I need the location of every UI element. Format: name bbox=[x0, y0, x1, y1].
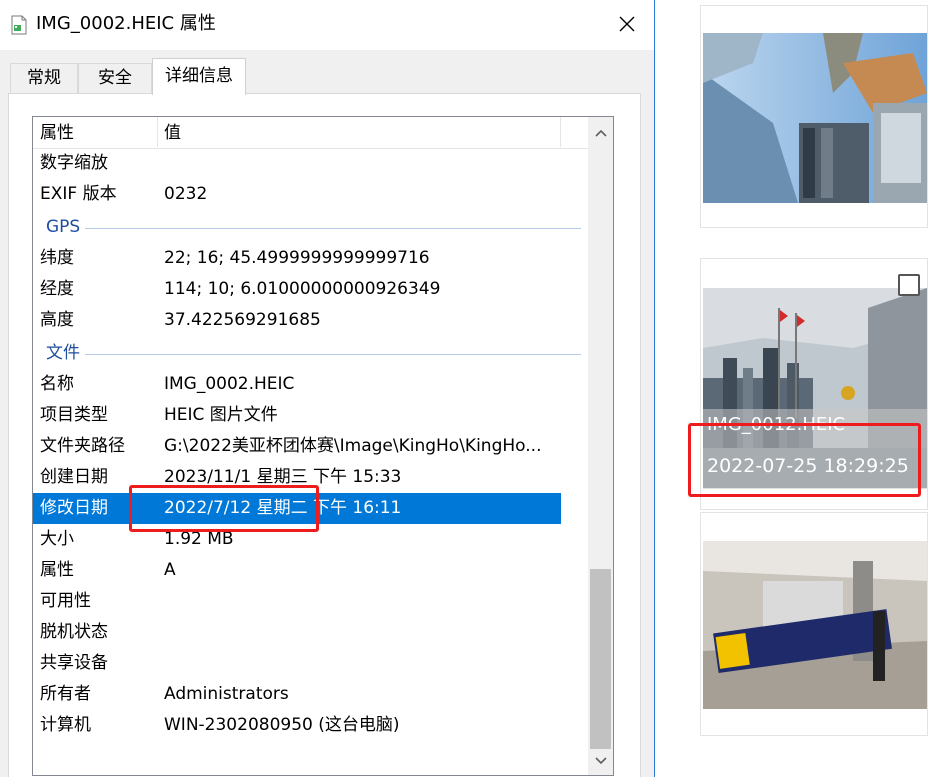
vertical-scrollbar[interactable] bbox=[588, 117, 613, 775]
list-item[interactable]: 纬度 22; 16; 45.4999999999999716 bbox=[33, 243, 561, 274]
tab-security[interactable]: 安全 bbox=[78, 63, 152, 93]
photo-card[interactable] bbox=[700, 512, 928, 736]
property-value: WIN-2302080950 (这台电脑) bbox=[164, 715, 400, 735]
property-value: A bbox=[164, 560, 176, 580]
property-name: 脱机状态 bbox=[40, 622, 108, 642]
list-item[interactable]: 属性 A bbox=[33, 555, 561, 586]
chevron-down-icon bbox=[594, 757, 607, 765]
property-name: 纬度 bbox=[40, 248, 74, 268]
window-title: IMG_0002.HEIC 属性 bbox=[36, 13, 216, 34]
photo-thumbnail[interactable] bbox=[703, 33, 927, 203]
group-label: 文件 bbox=[46, 343, 80, 363]
checkbox-icon[interactable] bbox=[898, 274, 920, 296]
close-icon bbox=[619, 16, 635, 32]
property-value: 37.422569291685 bbox=[164, 310, 321, 330]
photo-card[interactable] bbox=[700, 5, 928, 228]
list-item[interactable]: 脱机状态 bbox=[33, 617, 561, 648]
list-item[interactable]: 经度 114; 10; 6.01000000000926349 bbox=[33, 274, 561, 305]
property-name: 文件夹路径 bbox=[40, 436, 125, 456]
property-name: 名称 bbox=[40, 374, 74, 394]
property-name: EXIF 版本 bbox=[40, 184, 117, 204]
scroll-up-button[interactable] bbox=[588, 119, 613, 147]
chevron-up-icon bbox=[594, 129, 607, 137]
property-value: HEIC 图片文件 bbox=[164, 405, 278, 425]
list-item[interactable]: 项目类型 HEIC 图片文件 bbox=[33, 400, 561, 431]
property-name: 数字缩放 bbox=[40, 153, 108, 173]
title-bar: IMG_0002.HEIC 属性 bbox=[0, 0, 654, 50]
tab-general[interactable]: 常规 bbox=[10, 63, 78, 93]
scroll-down-button[interactable] bbox=[588, 747, 613, 775]
property-name: 修改日期 bbox=[40, 498, 108, 518]
property-name: 高度 bbox=[40, 310, 74, 330]
list-item[interactable]: 数字缩放 bbox=[33, 148, 561, 179]
property-list[interactable]: 属性 值 数字缩放 EXIF 版本 0232 GPS 纬度 22; 16; 45… bbox=[32, 116, 614, 776]
close-button[interactable] bbox=[599, 0, 654, 48]
property-name: 项目类型 bbox=[40, 405, 108, 425]
column-divider[interactable] bbox=[560, 117, 561, 147]
property-value: Administrators bbox=[164, 684, 289, 704]
scrollbar-thumb[interactable] bbox=[590, 569, 611, 749]
list-item[interactable]: EXIF 版本 0232 bbox=[33, 179, 561, 210]
group-divider bbox=[85, 228, 581, 229]
property-name: 大小 bbox=[40, 529, 74, 549]
property-name: 可用性 bbox=[40, 591, 91, 611]
tab-bar: 常规 安全 详细信息 bbox=[0, 50, 654, 95]
property-value: IMG_0002.HEIC bbox=[164, 374, 295, 394]
list-item[interactable]: 文件夹路径 G:\2022美亚杯团体赛\Image\KingHo\KingHo.… bbox=[33, 431, 561, 462]
property-name: 所有者 bbox=[40, 684, 91, 704]
property-value: 114; 10; 6.01000000000926349 bbox=[164, 279, 441, 299]
column-header-property[interactable]: 属性 bbox=[40, 121, 74, 145]
property-value: 0232 bbox=[164, 184, 208, 204]
list-item[interactable]: 计算机 WIN-2302080950 (这台电脑) bbox=[33, 710, 561, 741]
property-name: 属性 bbox=[40, 560, 74, 580]
property-name: 经度 bbox=[40, 279, 74, 299]
property-name: 计算机 bbox=[40, 715, 91, 735]
group-label: GPS bbox=[46, 217, 81, 237]
group-header-file[interactable]: 文件 bbox=[33, 338, 581, 369]
list-item[interactable]: 所有者 Administrators bbox=[33, 679, 561, 710]
property-value: 22; 16; 45.4999999999999716 bbox=[164, 248, 430, 268]
list-item[interactable]: 共享设备 bbox=[33, 648, 561, 679]
annotation-highlight-box bbox=[129, 485, 319, 532]
property-name: 共享设备 bbox=[40, 653, 108, 673]
file-icon bbox=[10, 15, 28, 35]
photo-thumbnail[interactable] bbox=[703, 541, 927, 709]
list-header: 属性 值 bbox=[33, 117, 589, 149]
list-item[interactable]: 名称 IMG_0002.HEIC bbox=[33, 369, 561, 400]
group-divider bbox=[85, 354, 581, 355]
list-item[interactable]: 可用性 bbox=[33, 586, 561, 617]
column-divider[interactable] bbox=[157, 117, 158, 147]
column-header-value[interactable]: 值 bbox=[164, 121, 181, 145]
list-item[interactable]: 高度 37.422569291685 bbox=[33, 305, 561, 336]
annotation-highlight-box bbox=[688, 423, 921, 497]
property-value: G:\2022美亚杯团体赛\Image\KingHo\KingHo... bbox=[164, 436, 542, 456]
property-name: 创建日期 bbox=[40, 467, 108, 487]
group-header-gps[interactable]: GPS bbox=[33, 212, 581, 243]
tab-details[interactable]: 详细信息 bbox=[152, 58, 246, 95]
